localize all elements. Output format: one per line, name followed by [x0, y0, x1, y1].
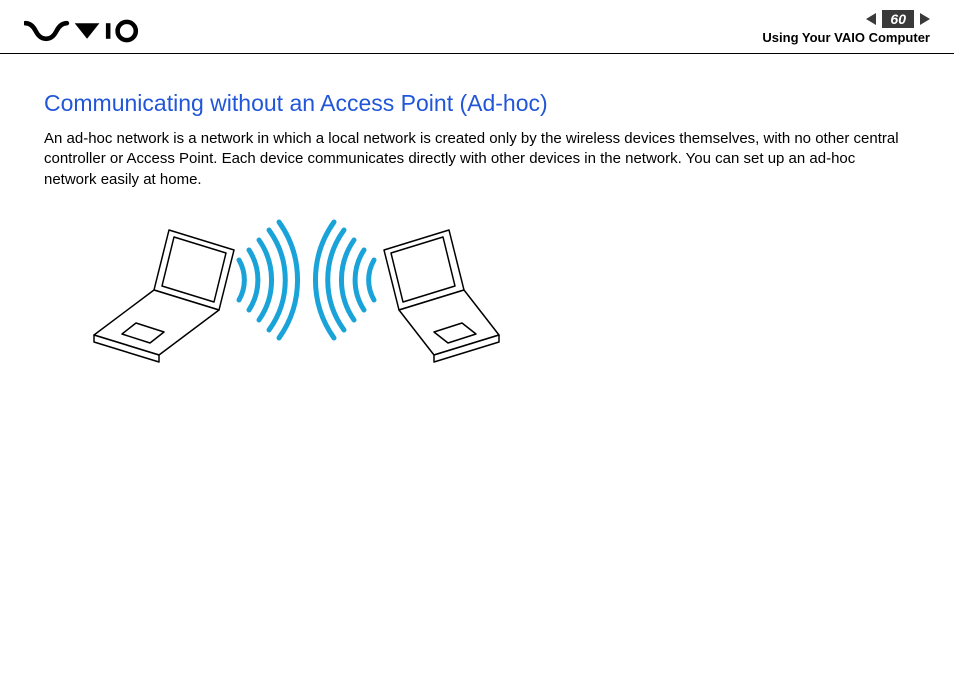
header-subtitle: Using Your VAIO Computer: [762, 30, 930, 45]
signal-left-icon: [239, 222, 298, 338]
section-body: An ad-hoc network is a network in which …: [44, 129, 910, 190]
next-page-icon[interactable]: [920, 13, 930, 25]
page-content: Communicating without an Access Point (A…: [0, 54, 954, 395]
page-navigation: 60: [866, 10, 930, 28]
vaio-logo: [24, 10, 167, 49]
page-header: 60 Using Your VAIO Computer: [0, 0, 954, 54]
adhoc-illustration: [74, 210, 910, 395]
prev-page-icon[interactable]: [866, 13, 876, 25]
header-right: 60 Using Your VAIO Computer: [762, 10, 930, 45]
laptop-right-icon: [384, 230, 499, 362]
signal-right-icon: [315, 222, 374, 338]
section-heading: Communicating without an Access Point (A…: [44, 90, 910, 117]
laptop-left-icon: [94, 230, 234, 362]
page-number: 60: [882, 10, 914, 28]
